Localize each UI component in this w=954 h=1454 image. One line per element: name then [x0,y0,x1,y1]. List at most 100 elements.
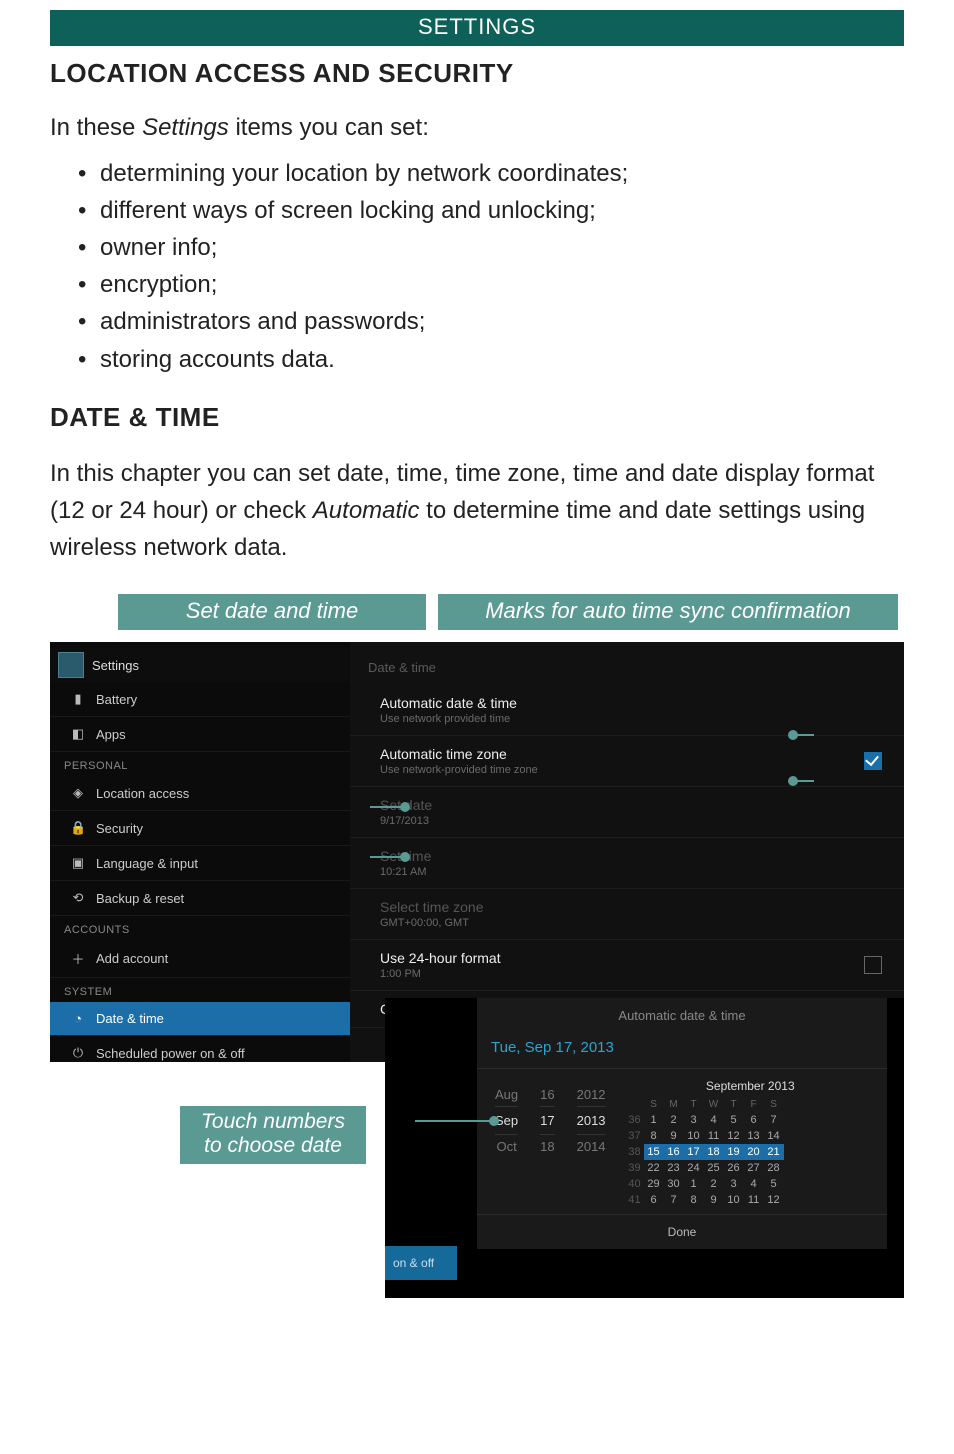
row-auto-time-zone[interactable]: Automatic time zone Use network-provided… [350,736,904,787]
done-button[interactable]: Done [477,1214,887,1249]
sidebar-item-label: Security [96,821,143,836]
section-location-title: LOCATION ACCESS AND SECURITY [50,58,904,89]
sidebar-item-label: Add account [96,951,168,966]
calendar[interactable]: September 2013 SMTWTFS361234567378910111… [618,1069,887,1214]
picker-prev[interactable]: Aug [495,1087,518,1102]
keyboard-icon: ▣ [70,855,86,871]
main-panel-title: Date & time [350,652,904,685]
intro-text: In these Settings items you can set: [50,111,904,145]
sidebar-item-scheduled-power[interactable]: ⏻ Scheduled power on & off [50,1036,350,1062]
month-picker[interactable]: Aug Sep Oct [495,1087,518,1200]
sidebar-item-label: Scheduled power on & off [96,1046,245,1061]
intro-em: Settings [142,114,229,141]
list-item: owner info; [78,229,904,266]
sidebar-item-add-account[interactable]: ＋ Add account [50,940,350,978]
settings-title-text: Settings [92,658,139,673]
intro-suffix: items you can set: [229,114,429,141]
sidebar-item-backup[interactable]: ⟲ Backup & reset [50,881,350,916]
lock-icon: 🔒 [70,820,86,836]
row-subtitle: 10:21 AM [380,866,882,878]
row-title: Select time zone [380,899,882,915]
callout-line [794,734,814,736]
sidebar-item-security[interactable]: 🔒 Security [50,811,350,846]
page-header: SETTINGS [50,10,904,46]
row-title: Automatic date & time [380,695,882,711]
year-picker[interactable]: 2012 2013 2014 [577,1087,606,1200]
datetime-paragraph: In this chapter you can set date, time, … [50,455,904,567]
row-subtitle: 1:00 PM [380,968,852,980]
row-24-hour[interactable]: Use 24-hour format 1:00 PM [350,940,904,991]
row-set-date[interactable]: Set date 9/17/2013 [350,787,904,838]
scheduled-onoff-partial: on & off [385,1246,457,1280]
row-subtitle: Use network provided time [380,713,882,725]
settings-icon [58,652,84,678]
picker-selected[interactable]: 17 [540,1106,554,1135]
row-subtitle: 9/17/2013 [380,815,882,827]
row-title: Set date [380,797,882,813]
callout-line [370,806,404,808]
picker-prev[interactable]: 16 [540,1087,554,1102]
sidebar-item-label: Language & input [96,856,198,871]
picker-next[interactable]: Oct [495,1139,518,1154]
sidebar-item-label: Battery [96,692,137,707]
section-datetime-title: DATE & TIME [50,402,904,433]
picker-next[interactable]: 2014 [577,1139,606,1154]
row-title: Automatic time zone [380,746,852,762]
picker-prev[interactable]: 2012 [577,1087,606,1102]
callout-line [370,856,404,858]
row-auto-date-time[interactable]: Automatic date & time Use network provid… [350,685,904,736]
calendar-month-title: September 2013 [626,1079,875,1093]
list-item: administrators and passwords; [78,303,904,340]
picker-selected[interactable]: 2013 [577,1106,606,1135]
settings-bullet-list: determining your location by network coo… [78,155,904,378]
dt-para-em: Automatic [313,497,420,524]
callout-line [415,1120,493,1122]
list-item: encryption; [78,266,904,303]
sidebar-item-language[interactable]: ▣ Language & input [50,846,350,881]
sidebar-item-label: Location access [96,786,189,801]
clock-icon: ◔ [70,1011,86,1026]
plus-icon: ＋ [70,949,86,968]
backup-icon: ⟲ [70,890,86,906]
apps-icon: ◧ [70,726,86,742]
row-title: Use 24-hour format [380,950,852,966]
date-popup-title: Automatic date & time [477,998,887,1029]
sidebar-item-datetime[interactable]: ◔ Date & time [50,1002,350,1036]
date-popup-body: Aug Sep Oct 16 17 18 2012 2013 2014 [477,1069,887,1214]
row-title: Set time [380,848,882,864]
settings-app-title: Settings [50,648,350,682]
date-popup-selected-date: Tue, Sep 17, 2013 [477,1029,887,1069]
date-pickers[interactable]: Aug Sep Oct 16 17 18 2012 2013 2014 [477,1069,618,1214]
list-item: storing accounts data. [78,341,904,378]
row-subtitle: GMT+00:00, GMT [380,917,882,929]
list-item: different ways of screen locking and unl… [78,192,904,229]
checkbox-24-hour[interactable] [864,956,882,974]
battery-icon: ▮ [70,691,86,707]
sidebar-category-personal: PERSONAL [50,752,350,776]
caption-touch-numbers: Touch numbers to choose date [180,1106,366,1164]
sidebar-item-label: Apps [96,727,126,742]
sidebar-category-accounts: ACCOUNTS [50,916,350,940]
power-icon: ⏻ [70,1045,86,1061]
caption-touch-line2: to choose date [204,1134,342,1157]
row-subtitle: Use network-provided time zone [380,764,852,776]
sidebar-item-apps[interactable]: ◧ Apps [50,717,350,752]
row-select-timezone[interactable]: Select time zone GMT+00:00, GMT [350,889,904,940]
annotated-screenshot: Set date and time Marks for auto time sy… [50,594,904,1062]
checkbox-auto-tz[interactable] [864,752,882,770]
intro-prefix: In these [50,114,142,141]
callout-line [794,780,814,782]
day-picker[interactable]: 16 17 18 [540,1087,554,1200]
location-icon: ◈ [70,785,86,801]
date-popup: on & off Automatic date & time Tue, Sep … [385,998,904,1298]
settings-sidebar: Settings ▮ Battery ◧ Apps PERSONAL ◈ Loc… [50,642,350,1062]
sidebar-item-battery[interactable]: ▮ Battery [50,682,350,717]
sidebar-item-label: Date & time [96,1011,164,1026]
date-popup-panel: Automatic date & time Tue, Sep 17, 2013 … [477,998,887,1249]
sidebar-category-system: SYSTEM [50,978,350,1002]
caption-auto-sync: Marks for auto time sync confirmation [438,594,898,630]
picker-next[interactable]: 18 [540,1139,554,1154]
sidebar-item-location[interactable]: ◈ Location access [50,776,350,811]
caption-touch-line1: Touch numbers [201,1110,345,1133]
row-set-time[interactable]: Set time 10:21 AM [350,838,904,889]
